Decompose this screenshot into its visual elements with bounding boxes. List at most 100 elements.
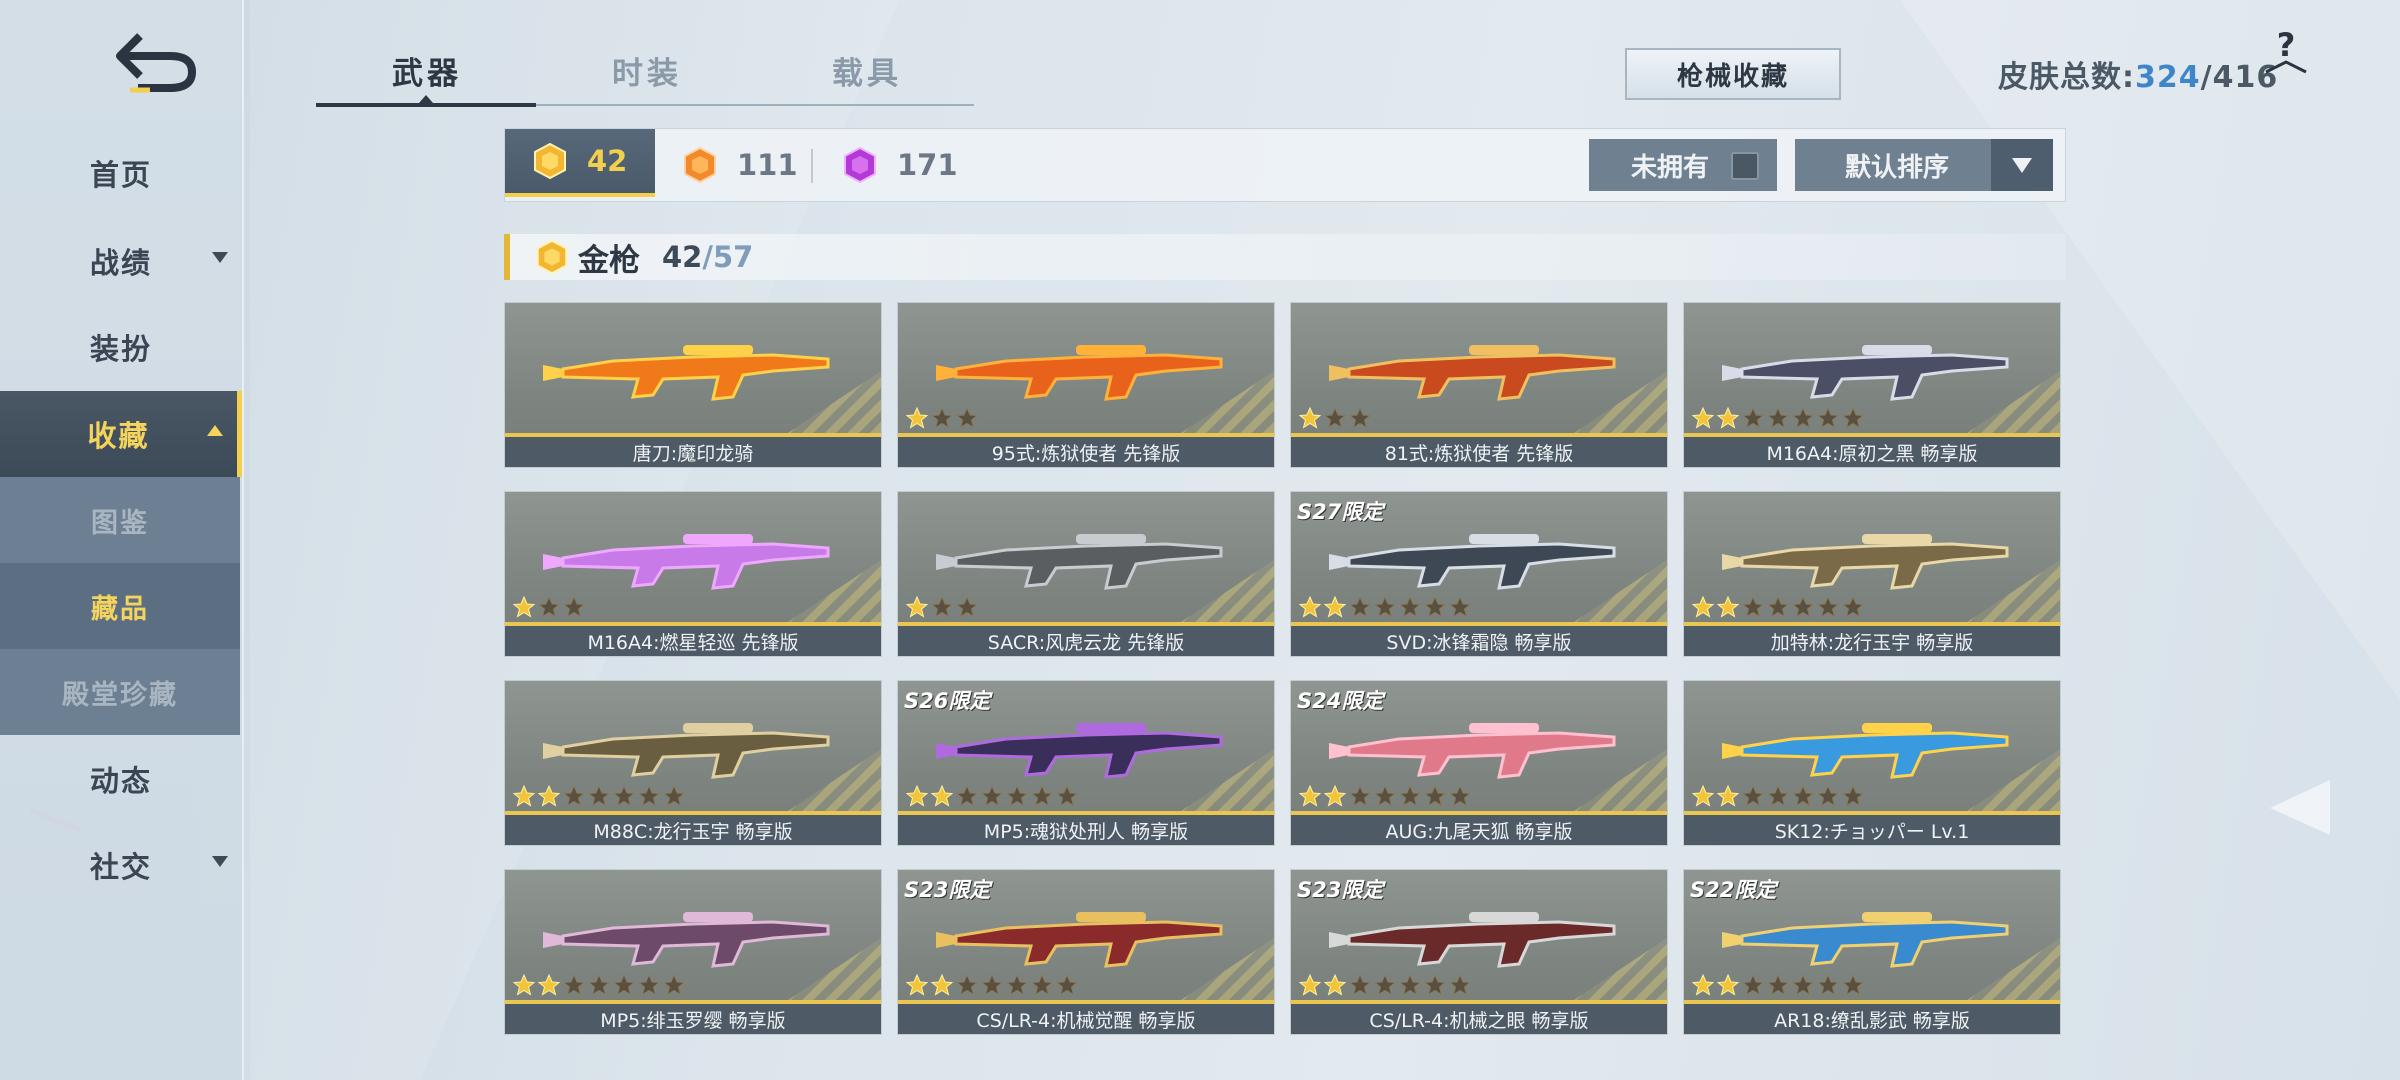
- back-icon[interactable]: [110, 28, 200, 98]
- weapon-name: M88C:龙行玉宇 畅享版: [505, 811, 881, 845]
- star-rating: [1299, 785, 1471, 807]
- star-icon: [1324, 785, 1346, 807]
- star-rating: [1692, 974, 1864, 996]
- filter-purple[interactable]: 171: [841, 129, 981, 201]
- weapon-image: [543, 345, 830, 401]
- star-icon: [1817, 785, 1839, 807]
- sort-dropdown-button[interactable]: [1991, 139, 2053, 191]
- star-icon: [1399, 974, 1421, 996]
- weapon-card[interactable]: S22限定 AR18:缭乱影武 畅享版: [1683, 869, 2061, 1035]
- weapon-name: 加特林:龙行玉宇 畅享版: [1684, 622, 2060, 656]
- star-icon: [1006, 785, 1028, 807]
- star-icon: [956, 785, 978, 807]
- subnav-catalog[interactable]: 图鉴: [0, 477, 240, 563]
- skin-total-current: 324: [2135, 60, 2201, 95]
- season-limited-badge: S26限定: [904, 689, 991, 713]
- weapon-name: M16A4:燃星轻巡 先锋版: [505, 622, 881, 656]
- star-icon: [1324, 407, 1346, 429]
- weapon-card[interactable]: 加特林:龙行玉宇 畅享版: [1683, 491, 2061, 657]
- star-icon: [613, 785, 635, 807]
- star-icon: [1056, 785, 1078, 807]
- weapon-image: [1722, 345, 2009, 401]
- star-rating: [1692, 785, 1864, 807]
- nav-dressup[interactable]: 装扮: [0, 304, 242, 390]
- filter-orange[interactable]: 111: [681, 129, 811, 201]
- weapon-card[interactable]: 95式:炼狱使者 先锋版: [897, 302, 1275, 468]
- weapon-card[interactable]: S27限定 SVD:冰锋霜隐 畅享版: [1290, 491, 1668, 657]
- weapon-card[interactable]: 81式:炼狱使者 先锋版: [1290, 302, 1668, 468]
- tab-weapons[interactable]: 武器: [392, 48, 462, 93]
- nav-home[interactable]: 首页: [0, 130, 242, 216]
- star-rating: [906, 596, 978, 618]
- star-icon: [613, 974, 635, 996]
- star-icon: [1817, 596, 1839, 618]
- star-icon: [1692, 596, 1714, 618]
- star-icon: [663, 974, 685, 996]
- star-rating: [513, 596, 585, 618]
- weapon-card[interactable]: S23限定 CS/LR-4:机械之眼 畅享版: [1290, 869, 1668, 1035]
- sort-dropdown[interactable]: 默认排序: [1795, 139, 2053, 191]
- nav-record[interactable]: 战绩: [0, 218, 242, 304]
- filter-gold[interactable]: 42: [505, 129, 655, 197]
- subnav-hall[interactable]: 殿堂珍藏: [0, 649, 240, 735]
- weapon-name: SVD:冰锋霜隐 畅享版: [1291, 622, 1667, 656]
- season-limited-badge: S22限定: [1690, 878, 1777, 902]
- weapon-image: [543, 912, 830, 968]
- star-icon: [1792, 974, 1814, 996]
- season-limited-badge: S27限定: [1297, 500, 1384, 524]
- subnav-items[interactable]: 藏品: [0, 563, 240, 649]
- help-icon[interactable]: ?: [2262, 26, 2310, 78]
- star-icon: [1349, 596, 1371, 618]
- star-icon: [1742, 974, 1764, 996]
- nav-social[interactable]: 社交: [0, 822, 242, 908]
- not-owned-toggle[interactable]: 未拥有: [1589, 139, 1777, 191]
- star-icon: [1817, 407, 1839, 429]
- star-icon: [1449, 596, 1471, 618]
- star-icon: [1692, 407, 1714, 429]
- weapon-name: AUG:九尾天狐 畅享版: [1291, 811, 1667, 845]
- weapon-name: CS/LR-4:机械之眼 畅享版: [1291, 1000, 1667, 1034]
- nav-collection[interactable]: 收藏: [0, 391, 242, 477]
- tab-active-underline: [316, 103, 536, 107]
- nav-feed[interactable]: 动态: [0, 736, 242, 822]
- star-icon: [1842, 596, 1864, 618]
- weapon-card[interactable]: 唐刀:魔印龙骑: [504, 302, 882, 468]
- star-icon: [1717, 407, 1739, 429]
- weapon-card[interactable]: S26限定 MP5:魂狱处刑人 畅享版: [897, 680, 1275, 846]
- filter-gold-count: 42: [587, 144, 628, 178]
- weapon-card[interactable]: M88C:龙行玉宇 畅享版: [504, 680, 882, 846]
- star-icon: [513, 596, 535, 618]
- star-icon: [1742, 596, 1764, 618]
- star-icon: [1031, 974, 1053, 996]
- star-rating: [906, 785, 1078, 807]
- tab-vehicles[interactable]: 载具: [832, 48, 902, 93]
- not-owned-checkbox[interactable]: [1731, 152, 1759, 180]
- weapon-card[interactable]: S24限定 AUG:九尾天狐 畅享版: [1290, 680, 1668, 846]
- star-icon: [1449, 785, 1471, 807]
- star-icon: [1767, 407, 1789, 429]
- star-icon: [1424, 785, 1446, 807]
- weapon-image: [543, 723, 830, 779]
- gun-collection-button[interactable]: 枪械收藏: [1625, 48, 1841, 100]
- weapon-card[interactable]: MP5:绯玉罗缨 畅享版: [504, 869, 882, 1035]
- weapon-card[interactable]: M16A4:燃星轻巡 先锋版: [504, 491, 882, 657]
- star-icon: [1299, 596, 1321, 618]
- weapon-card[interactable]: SK12:チョッパー Lv.1: [1683, 680, 2061, 846]
- star-rating: [1692, 596, 1864, 618]
- nav-record-label: 战绩: [89, 246, 152, 280]
- subnav-catalog-label: 图鉴: [91, 507, 149, 539]
- star-icon: [1374, 596, 1396, 618]
- weapon-card[interactable]: S23限定 CS/LR-4:机械觉醒 畅享版: [897, 869, 1275, 1035]
- star-icon: [1692, 785, 1714, 807]
- nav-home-label: 首页: [89, 158, 152, 192]
- star-icon: [956, 596, 978, 618]
- star-rating: [513, 785, 685, 807]
- tab-outfits[interactable]: 时装: [612, 48, 682, 93]
- weapon-card[interactable]: SACR:风虎云龙 先锋版: [897, 491, 1275, 657]
- star-icon: [1717, 596, 1739, 618]
- star-icon: [931, 407, 953, 429]
- weapon-card[interactable]: M16A4:原初之黑 畅享版: [1683, 302, 2061, 468]
- star-icon: [588, 974, 610, 996]
- star-icon: [906, 596, 928, 618]
- star-icon: [1424, 596, 1446, 618]
